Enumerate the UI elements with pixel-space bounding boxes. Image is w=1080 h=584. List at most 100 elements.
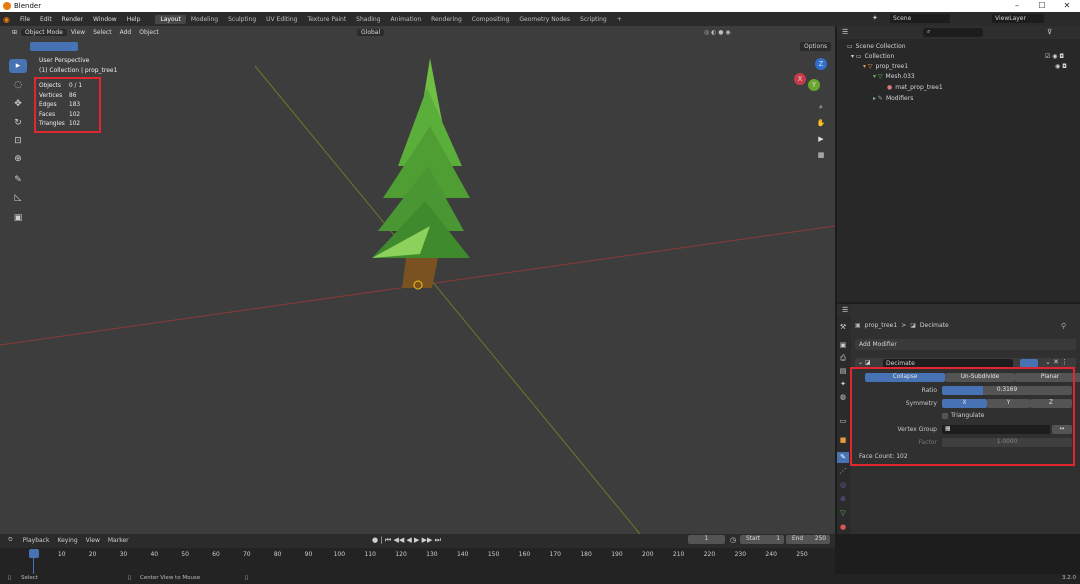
outliner-panel: ☰ ⌕ ⊽ ▭ Scene Collection ▾ ▭ Collection ☑ ◉… — [837, 26, 1080, 302]
scene-selector[interactable]: Scene — [890, 14, 950, 23]
tab-texture-paint[interactable]: Texture Paint — [302, 15, 351, 24]
playhead[interactable] — [29, 549, 39, 558]
world-tab-icon[interactable]: ◍ — [837, 392, 849, 403]
outliner-mesh[interactable]: ▾ ▽ Mesh.033 — [837, 71, 1080, 81]
orientation-dropdown[interactable]: Global — [357, 29, 385, 36]
view-layer-selector[interactable]: ViewLayer — [992, 14, 1044, 23]
blender-menu-icon[interactable]: ◉ — [3, 15, 15, 24]
gizmo-y[interactable]: Y — [808, 79, 820, 91]
outliner-collection[interactable]: ▾ ▭ Collection ☑ ◉ ◘ — [837, 51, 1080, 61]
frame-tick: 250 — [796, 551, 808, 558]
modifier-tab-icon[interactable]: ✎ — [837, 452, 849, 463]
gizmo-x[interactable]: X — [794, 73, 806, 85]
zoom-icon[interactable]: ⌕ — [815, 101, 827, 113]
menu-render[interactable]: Render — [57, 16, 88, 23]
material-tab-icon[interactable]: ● — [837, 522, 849, 533]
frame-tick: 60 — [212, 551, 220, 558]
constraints-tab-icon[interactable]: ⊚ — [837, 494, 849, 505]
viewport-menu-view[interactable]: View — [67, 29, 89, 36]
transform-tool-icon[interactable]: ⊕ — [9, 152, 27, 166]
version-label: 3.2.0 — [1062, 575, 1076, 581]
camera-view-icon[interactable]: ▶ — [815, 133, 827, 145]
status-bar: ▯ Select ▯ Center View to Mouse ▯ 3.2.0 — [0, 574, 1080, 584]
menu-edit[interactable]: Edit — [35, 16, 57, 23]
minimize-button[interactable]: – — [1005, 0, 1029, 12]
particles-tab-icon[interactable]: ⋰ — [837, 466, 849, 477]
pin-icon[interactable]: ⚲ — [1061, 322, 1066, 330]
viewport-menu-object[interactable]: Object — [135, 29, 163, 36]
tab-rendering[interactable]: Rendering — [426, 15, 467, 24]
options-dropdown[interactable]: Options — [800, 42, 832, 51]
scale-tool-icon[interactable]: ⊡ — [9, 134, 27, 148]
tab-compositing[interactable]: Compositing — [467, 15, 515, 24]
viewport-scene — [0, 58, 835, 534]
filter-icon[interactable]: ⊽ — [1047, 28, 1052, 36]
data-tab-icon[interactable]: ▽ — [837, 508, 849, 519]
tab-uv-editing[interactable]: UV Editing — [261, 15, 302, 24]
view-layer-tab-icon[interactable]: ▤ — [837, 366, 849, 377]
object-tab-icon[interactable]: ■ — [837, 435, 849, 446]
output-tab-icon[interactable]: ⎙ — [837, 353, 849, 364]
timeline-panel: ⏲ Playback Keying View Marker ● | ⏮ ◀◀ ◀… — [0, 534, 835, 574]
frame-tick: 80 — [273, 551, 282, 558]
collection-tab-icon[interactable]: ▭ — [837, 416, 849, 427]
scene-icon: ✦ — [872, 14, 878, 22]
ortho-grid-icon[interactable]: ▦ — [815, 149, 827, 161]
tab-sculpting[interactable]: Sculpting — [223, 15, 261, 24]
annotate-tool-icon[interactable]: ✎ — [9, 173, 27, 187]
mesh-object-icon: ▾ ▽ — [863, 62, 873, 70]
tab-scripting[interactable]: Scripting — [575, 15, 612, 24]
outliner-editor-icon[interactable]: ☰ — [842, 28, 848, 36]
frame-tick: 30 — [119, 551, 128, 558]
editor-type-icon[interactable]: ⊞ — [8, 29, 21, 36]
viewport-menu-add[interactable]: Add — [116, 29, 136, 36]
tab-shading[interactable]: Shading — [351, 15, 385, 24]
tool-tab-icon[interactable]: ⚒ — [837, 322, 849, 333]
tree-trunk — [402, 258, 438, 288]
outliner-material[interactable]: ● mat_prop_tree1 — [837, 82, 1080, 92]
move-tool-icon[interactable]: ✥ — [9, 97, 27, 111]
visibility-icon: ☑ ◉ ◘ — [1045, 52, 1065, 60]
close-button[interactable]: ✕ — [1055, 0, 1079, 12]
add-modifier-dropdown[interactable]: Add Modifier — [855, 339, 1076, 350]
viewport-menu-select[interactable]: Select — [89, 29, 116, 36]
mouse-left-icon: ▯ — [8, 575, 12, 581]
pan-hand-icon[interactable]: ✋ — [815, 117, 827, 129]
menu-file[interactable]: File — [15, 16, 35, 23]
outliner-search-input[interactable]: ⌕ — [923, 28, 983, 37]
frame-tick: 140 — [456, 551, 469, 558]
tab-animation[interactable]: Animation — [386, 15, 427, 24]
mode-dropdown[interactable]: Object Mode — [21, 29, 67, 36]
tab-layout[interactable]: Layout — [155, 14, 186, 24]
blender-logo-icon — [3, 2, 11, 10]
render-tab-icon[interactable]: ▣ — [837, 340, 849, 351]
3d-viewport[interactable]: ⊞ Object Mode View Select Add Object Glo… — [0, 26, 835, 534]
frame-tick: 170 — [549, 551, 561, 558]
select-box-tool-icon[interactable]: ▸ — [9, 59, 27, 73]
frame-tick: 200 — [642, 551, 654, 558]
gizmo-z[interactable]: Z — [815, 58, 827, 70]
outliner-prop-tree1[interactable]: ▾ ▽ prop_tree1 ◉ ◘ — [837, 61, 1080, 71]
measure-tool-icon[interactable]: ◺ — [9, 191, 27, 205]
tab-geometry-nodes[interactable]: Geometry Nodes — [514, 15, 575, 24]
frame-tick: 160 — [518, 551, 531, 558]
properties-editor-icon[interactable]: ☰ — [842, 306, 848, 314]
mesh-data-icon: ▾ ▽ — [873, 72, 883, 80]
add-cube-tool-icon[interactable]: ▣ — [9, 211, 27, 225]
selection-mode-buttons[interactable] — [30, 42, 78, 51]
maximize-button[interactable]: ☐ — [1030, 0, 1054, 12]
collection-icon: ▾ ▭ — [851, 52, 862, 60]
menu-help[interactable]: Help — [122, 16, 146, 23]
rotate-tool-icon[interactable]: ↻ — [9, 116, 27, 130]
menu-window[interactable]: Window — [88, 16, 122, 23]
outliner-scene-collection[interactable]: ▭ Scene Collection — [837, 41, 1080, 51]
outliner-modifiers[interactable]: ▸ ✎ Modifiers — [837, 93, 1080, 103]
tab-modeling[interactable]: Modeling — [186, 15, 223, 24]
shading-modes-icon[interactable]: ◎ ◐ ● ◉ — [700, 29, 735, 36]
physics-tab-icon[interactable]: ◎ — [837, 480, 849, 491]
cursor-tool-icon[interactable]: ◌ — [9, 78, 27, 92]
add-workspace-button[interactable]: + — [612, 15, 627, 24]
modifier-close-icon[interactable]: ⌄ ✕ ⋮ — [1045, 358, 1068, 366]
scene-tab-icon[interactable]: ✦ — [837, 379, 849, 390]
visibility-icon: ◉ ◘ — [1055, 62, 1067, 70]
